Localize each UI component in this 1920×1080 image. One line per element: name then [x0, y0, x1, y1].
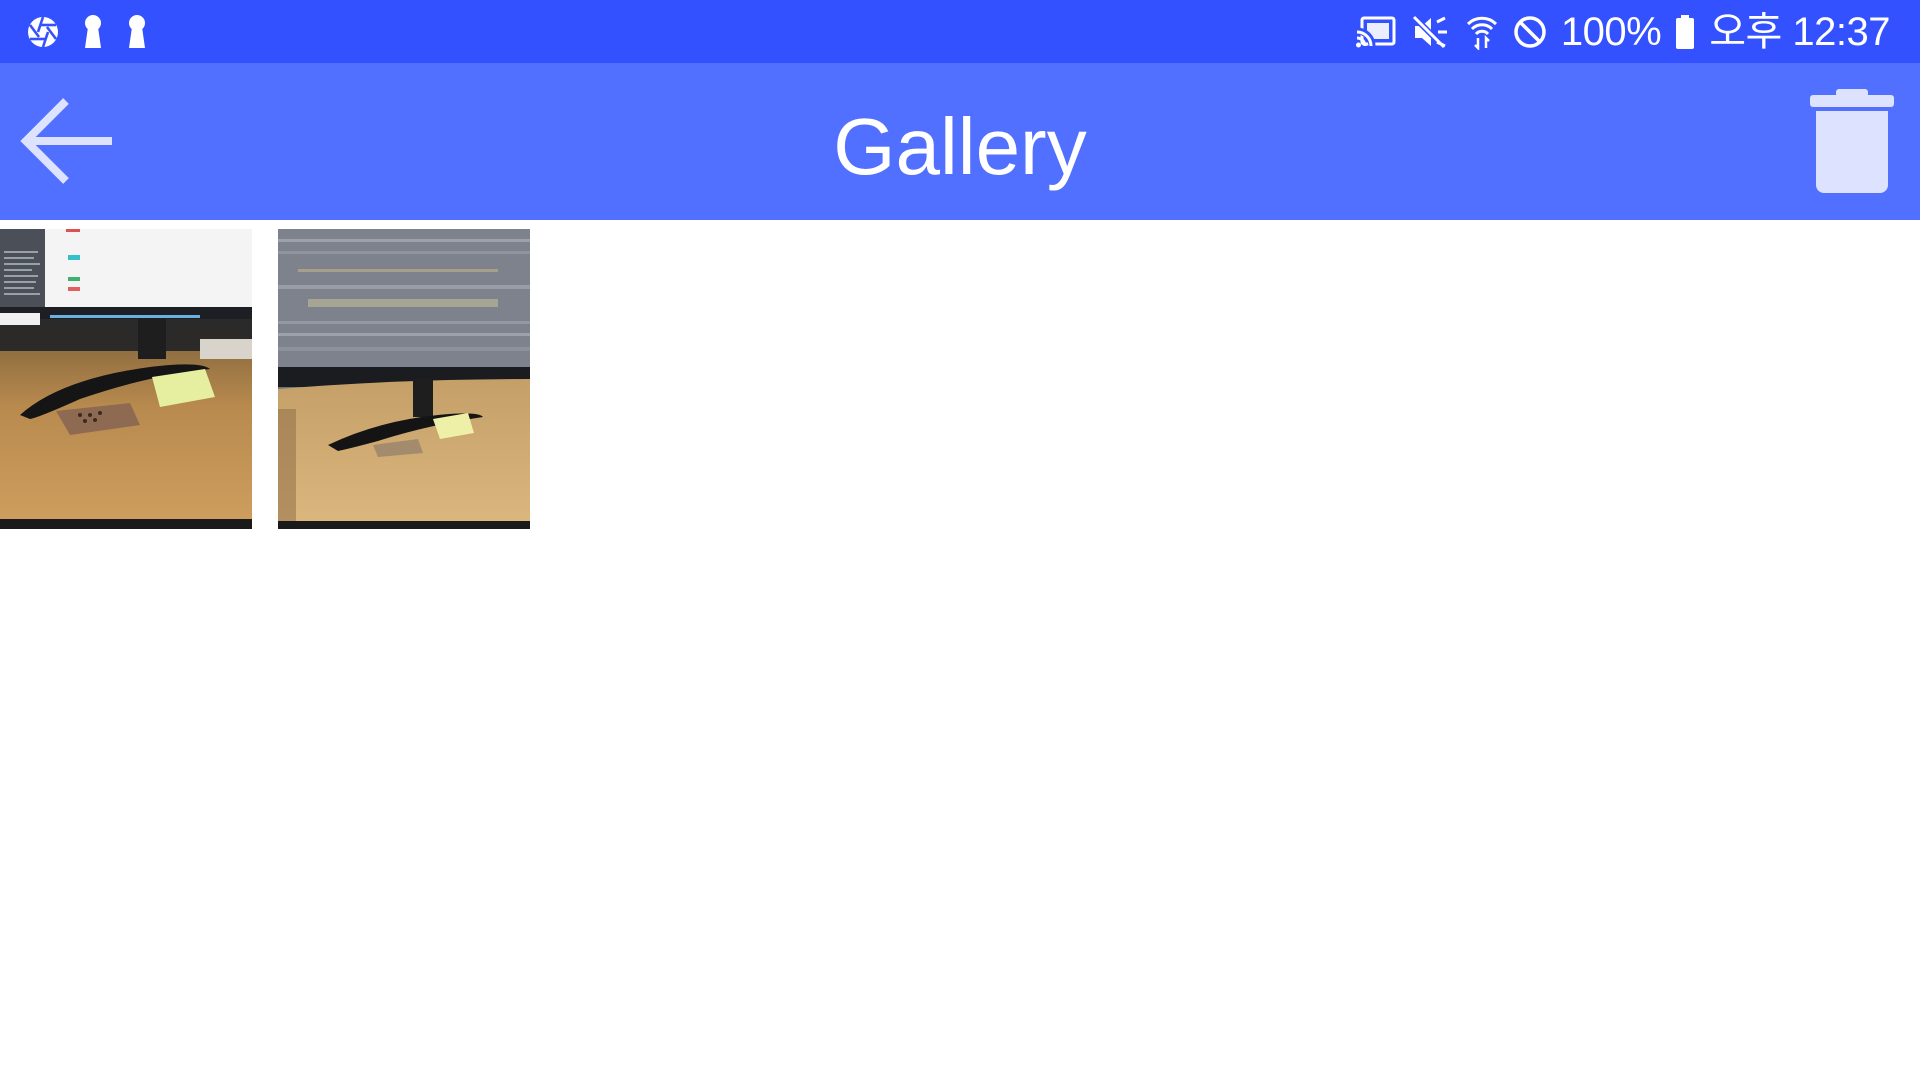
page-title: Gallery [833, 102, 1087, 191]
photo-image [278, 229, 530, 529]
status-left-icons [26, 12, 148, 52]
photo-image [0, 229, 252, 529]
gallery-thumbnail[interactable] [0, 229, 252, 529]
mute-icon [1411, 14, 1447, 50]
camera-aperture-icon [28, 16, 58, 48]
keyhole-icon [129, 15, 145, 48]
delete-button[interactable] [1810, 89, 1894, 195]
screen-cast-icon [1355, 16, 1396, 48]
app-bar: Gallery [0, 63, 1920, 220]
do-not-disturb-icon [1514, 16, 1546, 48]
status-right-icons: 100% 오후 12:37 [1355, 8, 1890, 56]
gallery-thumbnail[interactable] [278, 229, 530, 529]
wifi-transfer-icon [1466, 16, 1497, 50]
clock: 오후 12:37 [1709, 10, 1890, 54]
keyhole-icon [85, 15, 101, 48]
battery-icon [1676, 15, 1695, 49]
status-bar: 100% 오후 12:37 [0, 0, 1920, 63]
battery-percentage: 100% [1560, 10, 1662, 54]
trash-icon [1810, 89, 1894, 193]
